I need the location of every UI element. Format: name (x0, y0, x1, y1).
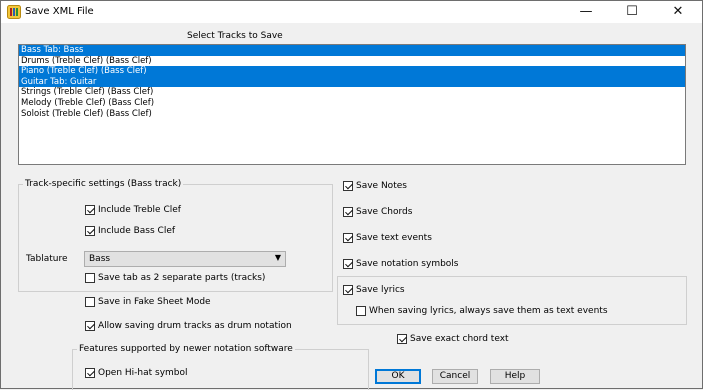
include-bass-clef-checkbox[interactable]: Include Bass Clef (85, 226, 175, 236)
chevron-down-icon: ▼ (274, 253, 281, 262)
include-treble-clef-label: Include Treble Clef (98, 205, 181, 215)
checkbox-box[interactable] (343, 207, 353, 217)
save-xml-dialog: Save XML File — ☐ ✕ Select Tracks to Sav… (0, 0, 703, 390)
checkbox-box[interactable] (343, 259, 353, 269)
save-lyrics-label: Save lyrics (356, 285, 405, 295)
list-item[interactable]: Bass Tab: Bass (19, 45, 685, 56)
save-chords-checkbox[interactable]: Save Chords (343, 207, 412, 217)
lyrics-as-text-checkbox[interactable]: When saving lyrics, always save them as … (356, 306, 608, 316)
tablature-label: Tablature (26, 254, 68, 264)
list-item[interactable]: Piano (Treble Clef) (Bass Clef) (19, 66, 685, 77)
checkbox-box[interactable] (85, 226, 95, 236)
checkbox-box[interactable] (356, 306, 366, 316)
save-lyrics-checkbox[interactable]: Save lyrics (343, 285, 405, 295)
close-button[interactable]: ✕ (655, 1, 701, 23)
checkbox-box[interactable] (343, 233, 353, 243)
save-notation-symbols-checkbox[interactable]: Save notation symbols (343, 259, 459, 269)
checkbox-box[interactable] (85, 321, 95, 331)
window-title: Save XML File (25, 6, 94, 17)
minimize-button[interactable]: — (563, 1, 609, 23)
save-exact-chord-checkbox[interactable]: Save exact chord text (397, 334, 509, 344)
tablature-value: Bass (89, 254, 111, 264)
checkbox-box[interactable] (343, 181, 353, 191)
checkbox-box[interactable] (85, 205, 95, 215)
lyrics-group (337, 276, 687, 325)
save-notes-label: Save Notes (356, 181, 407, 191)
checkbox-box[interactable] (85, 368, 95, 378)
list-item[interactable]: Melody (Treble Clef) (Bass Clef) (19, 98, 685, 109)
list-item[interactable]: Soloist (Treble Clef) (Bass Clef) (19, 109, 685, 120)
save-exact-chord-label: Save exact chord text (410, 334, 509, 344)
save-chords-label: Save Chords (356, 207, 413, 217)
drum-notation-checkbox[interactable]: Allow saving drum tracks as drum notatio… (85, 321, 292, 331)
ok-button[interactable]: OK (375, 369, 421, 384)
save-notes-checkbox[interactable]: Save Notes (343, 181, 407, 191)
help-button[interactable]: Help (490, 369, 540, 384)
fake-sheet-label: Save in Fake Sheet Mode (98, 297, 211, 307)
title-bar: Save XML File — ☐ ✕ (1, 1, 702, 23)
drum-notation-label: Allow saving drum tracks as drum notatio… (98, 321, 292, 331)
save-tab-parts-label: Save tab as 2 separate parts (tracks) (98, 273, 266, 283)
checkbox-box[interactable] (85, 297, 95, 307)
app-icon (7, 5, 21, 19)
checkbox-box[interactable] (397, 334, 407, 344)
list-item[interactable]: Strings (Treble Clef) (Bass Clef) (19, 87, 685, 98)
open-hihat-checkbox[interactable]: Open Hi-hat symbol (85, 368, 188, 378)
track-settings-title: Track-specific settings (Bass track) (23, 179, 184, 189)
save-notation-symbols-label: Save notation symbols (356, 259, 459, 269)
tracks-listbox[interactable]: Bass Tab: Bass Drums (Treble Clef) (Bass… (18, 44, 686, 165)
save-tab-parts-checkbox[interactable]: Save tab as 2 separate parts (tracks) (85, 273, 265, 283)
list-item[interactable]: Guitar Tab: Guitar (19, 76, 685, 88)
tablature-select[interactable]: Bass ▼ (84, 251, 286, 267)
save-text-events-checkbox[interactable]: Save text events (343, 233, 432, 243)
lyrics-as-text-label: When saving lyrics, always save them as … (369, 306, 608, 316)
include-bass-clef-label: Include Bass Clef (98, 226, 176, 236)
fake-sheet-checkbox[interactable]: Save in Fake Sheet Mode (85, 297, 211, 307)
save-text-events-label: Save text events (356, 233, 432, 243)
list-item[interactable]: Drums (Treble Clef) (Bass Clef) (19, 56, 685, 67)
open-hihat-label: Open Hi-hat symbol (98, 368, 188, 378)
checkbox-box[interactable] (343, 285, 353, 295)
cancel-button[interactable]: Cancel (432, 369, 478, 384)
newer-features-title: Features supported by newer notation sof… (77, 344, 295, 354)
maximize-button[interactable]: ☐ (609, 1, 655, 23)
tracks-heading: Select Tracks to Save (187, 31, 283, 41)
checkbox-box[interactable] (85, 273, 95, 283)
include-treble-clef-checkbox[interactable]: Include Treble Clef (85, 205, 181, 215)
